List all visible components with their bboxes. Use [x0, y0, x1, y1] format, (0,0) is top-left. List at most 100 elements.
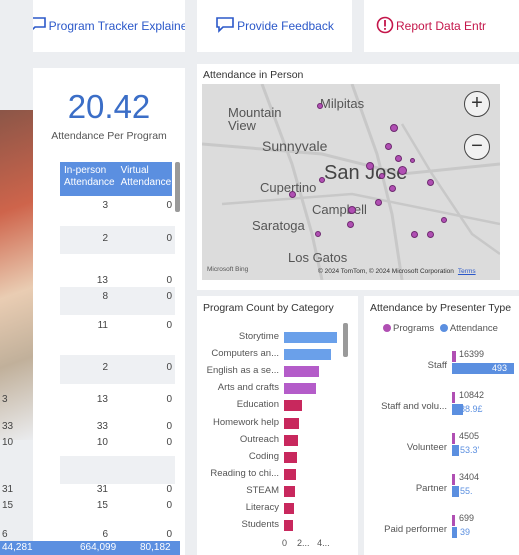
presenter-label: Staff — [427, 360, 447, 371]
table-cell: 33 — [2, 421, 14, 432]
map-marker[interactable] — [410, 230, 418, 238]
map-marker[interactable] — [390, 124, 398, 132]
category-label: Storytime — [238, 331, 279, 342]
category-bar[interactable] — [284, 332, 337, 343]
microsoft-bing-logo: Microsoft Bing — [207, 266, 249, 273]
programs-bar[interactable] — [452, 515, 455, 526]
map-marker[interactable] — [394, 154, 402, 162]
presenter-label: Staff and volu... — [381, 401, 447, 412]
attendance-map[interactable]: Milpitas Mountain View Sunnyvale San Jos… — [202, 84, 500, 280]
category-chart-title: Program Count by Category — [203, 302, 334, 314]
category-bar[interactable] — [284, 400, 302, 412]
presenter-chart-title: Attendance by Presenter Type — [370, 302, 512, 314]
category-label: Arts and crafts — [217, 382, 279, 394]
programs-bar[interactable] — [452, 433, 455, 444]
map-marker[interactable] — [384, 142, 392, 150]
total-cell-0: 44,281 — [2, 542, 33, 553]
attendance-legend-dot — [439, 324, 448, 332]
category-bar[interactable] — [284, 468, 297, 480]
zoom-in-button[interactable]: + — [464, 91, 490, 117]
table-cell: 10 — [2, 437, 14, 448]
table-cell: 13 — [96, 275, 108, 286]
provide-feedback-button[interactable]: Provide Feedback — [197, 0, 352, 52]
category-bar[interactable] — [284, 417, 300, 429]
map-marker[interactable] — [288, 190, 296, 198]
category-label: Coding — [248, 450, 279, 462]
map-marker[interactable] — [409, 157, 415, 163]
map-marker[interactable] — [426, 230, 434, 238]
x-axis-ticks: 0 2... 4... — [282, 538, 330, 548]
category-label: Computers an... — [211, 348, 279, 360]
map-marker[interactable] — [317, 103, 323, 109]
x-tick: 0 — [282, 538, 288, 548]
table-scrollbar[interactable] — [175, 162, 180, 212]
table-cell: 2 — [102, 362, 108, 373]
city-label: Los Gatos — [288, 250, 348, 265]
city-label: Saratoga — [252, 218, 305, 233]
map-marker[interactable] — [319, 177, 325, 183]
category-bar[interactable] — [284, 366, 320, 378]
table-cell: 0 — [166, 200, 172, 211]
category-bar[interactable] — [284, 383, 316, 395]
category-label: Reading to chi... — [210, 467, 279, 479]
category-label: Education — [236, 399, 279, 411]
category-label: Literacy — [245, 502, 279, 513]
row-band — [60, 456, 175, 484]
table-cell: 0 — [166, 233, 172, 244]
programs-value: 4505 — [459, 431, 480, 441]
attendance-value: 493 — [492, 363, 508, 373]
report-data-entry-button[interactable]: Report Data Entr — [364, 0, 519, 52]
category-bar[interactable] — [284, 434, 299, 446]
programs-bar[interactable] — [452, 351, 456, 362]
category-bar[interactable] — [284, 503, 294, 514]
map-marker[interactable] — [441, 217, 447, 223]
category-label: Homework help — [213, 416, 279, 428]
terms-link[interactable]: Terms — [458, 268, 476, 275]
speech-bubble-icon — [33, 16, 49, 36]
map-marker[interactable] — [315, 231, 321, 237]
table-totals-row: 44,281 664,099 80,182 — [0, 541, 180, 555]
category-bar[interactable] — [284, 451, 298, 463]
attendance-bar[interactable] — [452, 527, 457, 538]
presenter-label: Partner — [415, 483, 447, 494]
speech-bubble-icon — [215, 16, 237, 36]
programs-bar[interactable] — [452, 392, 455, 403]
table-cell: 31 — [96, 484, 108, 495]
map-marker[interactable] — [388, 184, 396, 192]
table-cell: 0 — [166, 529, 172, 540]
city-label: Milpitas — [320, 96, 365, 111]
table-cell: 8 — [102, 291, 108, 302]
attendance-value: 55. — [460, 486, 473, 496]
table-cell: 6 — [102, 529, 108, 540]
attendance-value: 39 — [460, 527, 471, 537]
table-cell: 3 — [2, 394, 8, 405]
legend-attendance: Attendance — [449, 323, 498, 334]
map-copyright: © 2024 TomTom, © 2024 Microsoft Corporat… — [318, 268, 476, 275]
category-bar[interactable] — [284, 485, 295, 497]
presenter-label: Paid performer — [384, 524, 447, 535]
map-marker[interactable] — [426, 178, 434, 186]
attendance-bar[interactable] — [452, 445, 459, 456]
programs-bar[interactable] — [452, 474, 455, 485]
map-marker[interactable] — [366, 162, 374, 170]
column-header-virtual[interactable]: Virtual Attendance — [117, 162, 174, 196]
column-header-in-person[interactable]: In-person Attendance — [60, 162, 117, 196]
map-marker[interactable] — [348, 206, 356, 214]
map-marker[interactable] — [374, 198, 382, 206]
attendance-bar[interactable] — [452, 486, 459, 497]
table-cell: 0 — [166, 437, 172, 448]
map-marker[interactable] — [397, 165, 407, 175]
table-cell: 0 — [166, 421, 172, 432]
category-bar[interactable] — [284, 520, 293, 532]
program-tracker-explainer-button[interactable]: Program Tracker Explainer — [33, 0, 185, 52]
zoom-out-button[interactable]: − — [464, 134, 490, 160]
table-cell: 0 — [166, 394, 172, 405]
chart-scrollbar[interactable] — [343, 323, 348, 357]
table-cell: 3 — [102, 200, 108, 211]
map-marker[interactable] — [379, 173, 385, 179]
programs-legend-dot — [383, 324, 391, 332]
category-bar[interactable] — [284, 349, 332, 361]
category-label: Students — [241, 519, 280, 531]
feedback-label: Provide Feedback — [237, 19, 334, 33]
map-marker[interactable] — [346, 220, 354, 228]
